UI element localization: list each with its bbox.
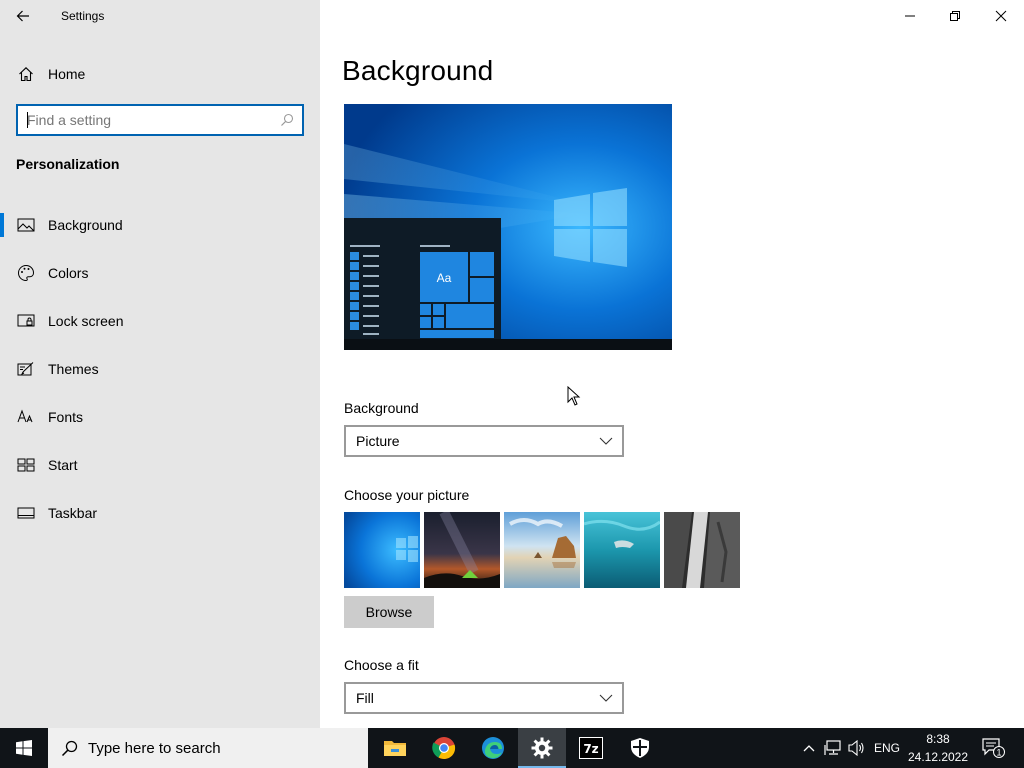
picture-thumbnail[interactable] [344, 512, 420, 588]
close-icon [995, 10, 1007, 22]
folder-icon [384, 741, 406, 756]
speaker-icon [848, 740, 864, 756]
picture-icon [17, 216, 35, 234]
network-icon [824, 740, 841, 755]
back-arrow-icon [16, 10, 29, 22]
themes-icon [17, 360, 35, 378]
search-icon[interactable] [280, 113, 294, 127]
chevron-down-icon [599, 437, 613, 445]
sidebar-item-label: Start [48, 457, 78, 473]
taskbar-search-placeholder: Type here to search [88, 739, 221, 757]
chevron-up-icon [803, 745, 815, 752]
sidebar-item-label: Fonts [48, 409, 84, 425]
volume-button[interactable] [846, 728, 868, 768]
notification-icon: 1 [982, 738, 1005, 758]
beach-rock-thumbnail-image [504, 512, 580, 588]
background-type-dropdown[interactable]: Picture [344, 425, 624, 457]
clock-date: 24.12.2022 [907, 750, 969, 764]
sidebar-item-colors[interactable]: Colors [0, 249, 320, 297]
settings-search[interactable] [16, 104, 304, 136]
sidebar-item-label: Background [48, 217, 123, 233]
sidebar-item-home[interactable]: Home [0, 56, 320, 92]
underwater-thumbnail-image [584, 512, 660, 588]
start-button[interactable] [0, 728, 48, 768]
app-title: Settings [61, 9, 105, 23]
taskbar-app-7-zip[interactable]: 7z [567, 728, 615, 768]
shield-icon [631, 738, 649, 758]
show-hidden-icons-button[interactable] [798, 728, 820, 768]
home-icon [17, 65, 35, 83]
title-bar: Settings [0, 0, 320, 32]
wallpaper-preview-image: Aa [344, 104, 672, 350]
edge-icon [482, 737, 504, 759]
background-label: Background [344, 400, 419, 416]
sidebar-nav: Background Colors Lock screen Themes Fon… [0, 201, 320, 537]
search-input[interactable] [18, 112, 268, 128]
text-cursor [27, 112, 28, 128]
clock-time: 8:38 [926, 732, 950, 746]
taskbar-app-settings[interactable] [518, 728, 566, 768]
sidebar-item-lock-screen[interactable]: Lock screen [0, 297, 320, 345]
page-title: Background [342, 55, 494, 86]
taskbar-app-edge[interactable] [469, 728, 517, 768]
chevron-down-icon [599, 694, 613, 702]
sidebar-item-themes[interactable]: Themes [0, 345, 320, 393]
sidebar-item-start[interactable]: Start [0, 441, 320, 489]
restore-button[interactable] [932, 0, 978, 32]
choose-fit-label: Choose a fit [344, 657, 419, 673]
picture-thumbnail[interactable] [584, 512, 660, 588]
input-language-indicator[interactable]: ENG [874, 728, 900, 768]
clock[interactable]: 8:38 24.12.2022 [906, 730, 970, 766]
notification-count: 1 [996, 748, 1001, 758]
sidebar-item-label: Taskbar [48, 505, 98, 521]
minimize-button[interactable] [887, 0, 933, 32]
taskbar: Type here to search 7z ENG 8:38 24.12.20… [0, 728, 1024, 768]
start-icon [17, 456, 35, 474]
sidebar: Settings Home Personalization Background… [0, 0, 320, 728]
dropdown-value: Picture [356, 433, 400, 449]
choose-picture-label: Choose your picture [344, 487, 470, 503]
windows-wallpaper-thumbnail-image [344, 512, 420, 588]
sidebar-item-taskbar[interactable]: Taskbar [0, 489, 320, 537]
sidebar-item-background[interactable]: Background [0, 201, 320, 249]
7-zip-icon: 7z [579, 737, 603, 759]
sidebar-item-label: Colors [48, 265, 89, 281]
windows-logo-icon [16, 740, 32, 756]
section-heading: Personalization [16, 156, 120, 172]
chrome-icon [432, 737, 456, 760]
picture-thumbnail[interactable] [664, 512, 740, 588]
action-center-button[interactable]: 1 [978, 728, 1008, 768]
sidebar-item-fonts[interactable]: Fonts [0, 393, 320, 441]
tile-sample-text: Aa [437, 271, 452, 285]
lock-screen-icon [17, 312, 35, 330]
mouse-cursor-icon [567, 386, 581, 406]
taskbar-app-chrome[interactable] [420, 728, 468, 768]
rock-waterfall-thumbnail-image [664, 512, 740, 588]
svg-text:7z: 7z [583, 742, 598, 756]
search-icon [61, 740, 78, 756]
picture-thumbnail[interactable] [504, 512, 580, 588]
minimize-icon [905, 15, 915, 17]
dropdown-value: Fill [356, 690, 374, 706]
sidebar-item-label: Lock screen [48, 313, 124, 329]
desktop-preview: Aa [344, 104, 672, 350]
taskbar-app-file-explorer[interactable] [371, 728, 419, 768]
fit-dropdown[interactable]: Fill [344, 682, 624, 714]
close-button[interactable] [978, 0, 1024, 32]
taskbar-app-windows-security[interactable] [616, 728, 664, 768]
browse-button[interactable]: Browse [344, 596, 434, 628]
back-button[interactable] [0, 0, 46, 32]
sidebar-item-label: Themes [48, 361, 99, 377]
fonts-icon [17, 408, 35, 426]
sidebar-item-label: Home [48, 66, 86, 82]
restore-icon [950, 11, 960, 21]
network-button[interactable] [822, 728, 844, 768]
picture-thumbnail[interactable] [424, 512, 500, 588]
taskbar-search[interactable]: Type here to search [48, 728, 368, 768]
gear-icon [531, 737, 553, 759]
taskbar-icon [17, 504, 35, 522]
palette-icon [17, 264, 35, 282]
night-sky-thumbnail-image [424, 512, 500, 588]
